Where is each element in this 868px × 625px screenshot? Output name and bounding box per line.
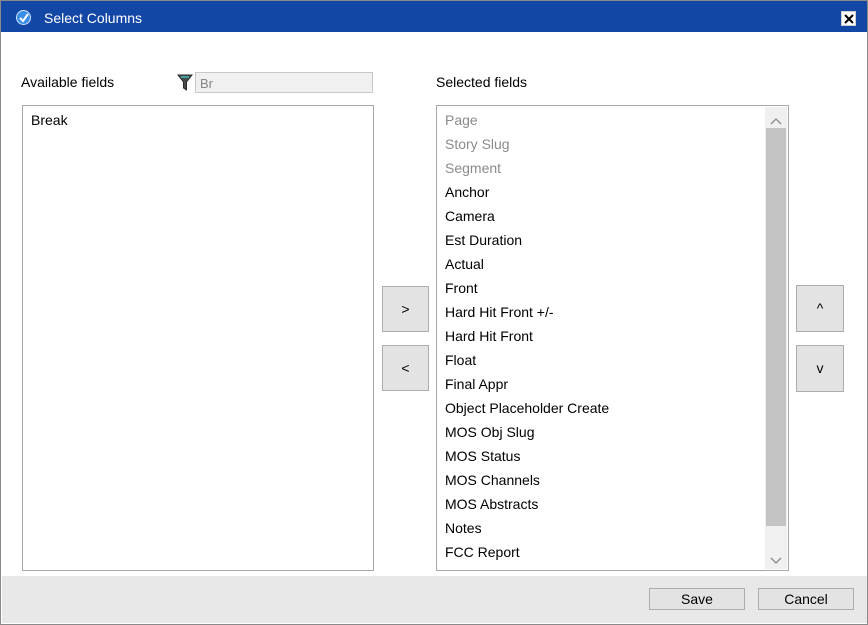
list-item[interactable]: Camera — [445, 208, 495, 224]
close-button[interactable] — [841, 11, 856, 26]
dialog-title: Select Columns — [44, 10, 143, 26]
list-item[interactable]: Object Placeholder Create — [445, 400, 609, 416]
list-item[interactable]: Actual — [445, 256, 484, 272]
scrollbar-thumb[interactable] — [766, 128, 786, 526]
selected-fields-label: Selected fields — [436, 74, 528, 90]
list-item[interactable]: Notes — [445, 520, 482, 536]
list-item[interactable]: Segment — [445, 160, 501, 176]
dialog-footer: Save Cancel — [2, 576, 867, 623]
scroll-up-icon[interactable] — [770, 113, 782, 125]
list-item[interactable]: Story Slug — [445, 136, 510, 152]
list-item[interactable]: Final Appr — [445, 376, 508, 392]
list-item[interactable]: MOS Abstracts — [445, 496, 538, 512]
list-item[interactable]: Front — [445, 280, 478, 296]
list-item[interactable]: Float — [445, 352, 476, 368]
list-item[interactable]: MOS Channels — [445, 472, 540, 488]
scroll-down-icon[interactable] — [770, 553, 782, 564]
filter-input[interactable]: Br — [195, 72, 373, 93]
list-item[interactable]: Hard Hit Front — [445, 328, 533, 344]
title-bar: Select Columns — [1, 1, 867, 32]
list-item[interactable]: FCC Report — [445, 544, 520, 560]
list-item[interactable]: MOS Status — [445, 448, 520, 464]
list-item[interactable]: Page — [445, 112, 478, 128]
app-icon — [16, 10, 31, 25]
select-columns-dialog: Select Columns Available fields Br Selec… — [0, 0, 868, 625]
available-fields-list[interactable]: Break — [22, 105, 374, 571]
list-item[interactable]: Est Duration — [445, 232, 522, 248]
move-up-button[interactable]: ^ — [796, 285, 844, 332]
selected-fields-list[interactable]: Page Story Slug Segment Anchor Camera Est Dur… — [436, 105, 789, 571]
remove-field-button[interactable]: < — [382, 345, 429, 391]
filter-icon — [176, 74, 194, 92]
cancel-button[interactable]: Cancel — [758, 588, 854, 610]
available-fields-label: Available fields — [21, 74, 115, 90]
list-item[interactable]: Break — [31, 112, 68, 128]
list-item[interactable]: Hard Hit Front +/- — [445, 304, 554, 320]
move-down-button[interactable]: v — [796, 345, 844, 392]
list-item[interactable]: MOS Obj Slug — [445, 424, 534, 440]
close-icon — [844, 14, 854, 24]
add-field-button[interactable]: > — [382, 286, 429, 332]
list-item[interactable]: Anchor — [445, 184, 489, 200]
save-button[interactable]: Save — [649, 588, 745, 610]
